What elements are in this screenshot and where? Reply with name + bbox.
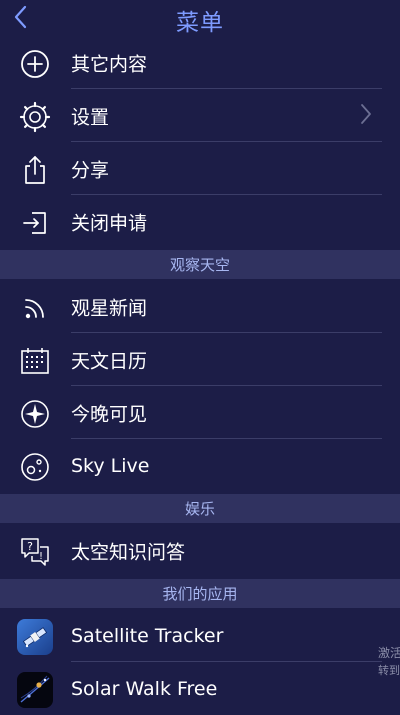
menu-item-satellite-tracker[interactable]: Satellite Tracker xyxy=(0,609,400,662)
chevron-right-icon xyxy=(360,103,372,129)
activation-notice-line2: 转到 xyxy=(378,664,400,677)
sign-in-icon xyxy=(17,205,53,241)
menu-item-label: 观星新闻 xyxy=(71,297,148,319)
menu-item-sky-live[interactable]: Sky Live xyxy=(0,439,400,492)
section-header-our-apps: 我们的应用 xyxy=(0,579,400,608)
menu-item-label: 其它内容 xyxy=(71,53,148,75)
satellite-app-icon xyxy=(17,619,53,655)
section-header-entertainment: 娱乐 xyxy=(0,494,400,523)
menu-item-close-application[interactable]: 关闭申请 xyxy=(0,195,400,248)
share-icon xyxy=(17,152,53,188)
menu-item-settings[interactable]: 设置 xyxy=(0,89,400,142)
menu-item-label: Sky Live xyxy=(71,454,150,477)
quiz-icon: ? ! xyxy=(17,534,53,570)
moon-icon xyxy=(17,449,53,485)
svg-text:!: ! xyxy=(39,551,43,562)
menu-item-visible-tonight[interactable]: 今晚可见 xyxy=(0,386,400,439)
menu-item-other-content[interactable]: 其它内容 xyxy=(0,36,400,89)
menu-item-label: 太空知识问答 xyxy=(71,541,186,563)
section-header-observe-sky: 观察天空 xyxy=(0,250,400,279)
page-title: 菜单 xyxy=(176,10,224,36)
menu-item-solar-walk-free[interactable]: Solar Walk Free xyxy=(0,662,400,715)
menu-item-stargazing-news[interactable]: 观星新闻 xyxy=(0,280,400,333)
menu-item-label: 分享 xyxy=(71,159,110,181)
calendar-icon xyxy=(17,343,53,379)
gear-icon xyxy=(17,99,53,135)
activation-notice-line1: 激活 xyxy=(378,646,400,660)
plus-circle-icon xyxy=(17,46,53,82)
rss-icon xyxy=(17,290,53,326)
svg-text:?: ? xyxy=(27,540,33,553)
header-bar: 菜单 xyxy=(0,0,400,36)
menu-item-label: 设置 xyxy=(71,106,110,128)
menu-item-space-quiz[interactable]: ? ! 太空知识问答 xyxy=(0,524,400,577)
menu-item-label: 关闭申请 xyxy=(71,212,148,234)
menu-item-label: 今晚可见 xyxy=(71,403,148,425)
menu-item-label: Satellite Tracker xyxy=(71,624,224,647)
menu-item-share[interactable]: 分享 xyxy=(0,142,400,195)
menu-item-astronomy-calendar[interactable]: 天文日历 xyxy=(0,333,400,386)
menu-item-label: Solar Walk Free xyxy=(71,677,218,700)
menu-item-label: 天文日历 xyxy=(71,350,148,372)
solar-walk-app-icon xyxy=(17,672,53,708)
compass-icon xyxy=(17,396,53,432)
